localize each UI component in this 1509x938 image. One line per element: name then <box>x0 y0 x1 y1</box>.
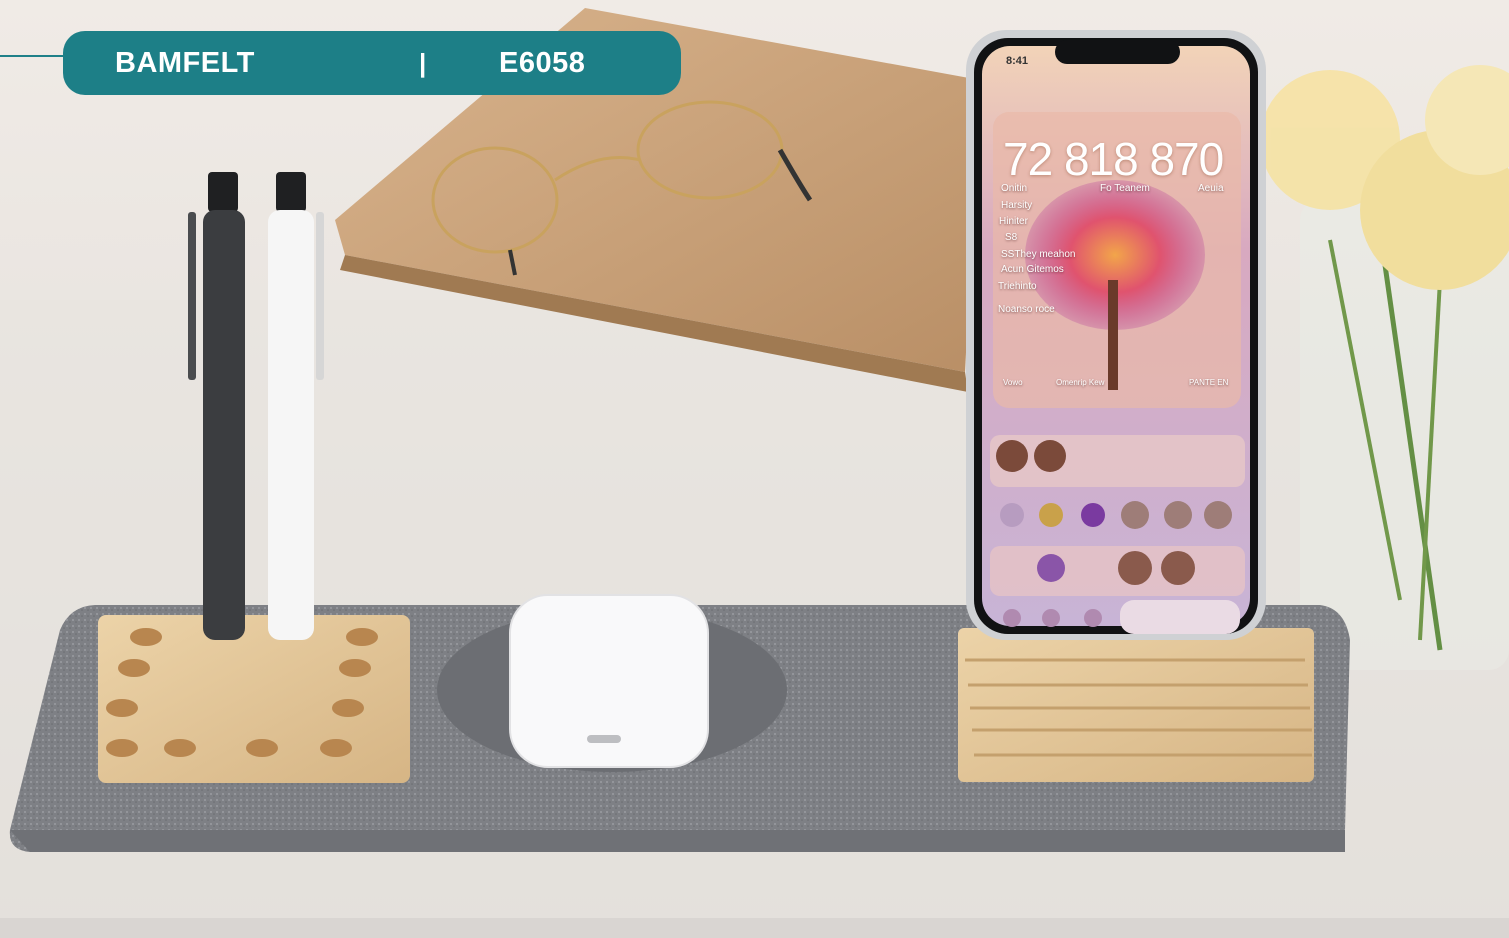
phone-clock-widget: 72 818 870 <box>1003 133 1224 185</box>
product-header-bar: BAMFELT | E6058 <box>63 31 681 95</box>
smartphone <box>966 30 1266 640</box>
product-name: BAMFELT <box>115 46 255 79</box>
widget-line: S8 <box>1005 232 1018 243</box>
product-photo <box>0 0 1509 938</box>
widget-line: SSThey meahon <box>1001 249 1076 260</box>
widget-line: Harsity <box>1001 200 1033 211</box>
widget-line: Noanso roce <box>998 304 1055 315</box>
earbuds-case <box>509 594 709 768</box>
bamboo-phone-stand <box>958 628 1314 782</box>
header-separator: | <box>419 47 427 78</box>
widget-line: Fo Teanem <box>1100 183 1150 194</box>
widget-line: Vowo <box>1003 378 1023 387</box>
widget-line: Omenrip Kew <box>1056 378 1105 387</box>
widget-line: PANTE EN <box>1189 378 1229 387</box>
bamboo-pen-holder <box>98 615 410 783</box>
product-scene: 8:41 72 818 870 Onitin Fo Teanem Aeuia H… <box>0 0 1509 938</box>
widget-line: Aeuia <box>1198 183 1224 194</box>
widget-line: Triehinto <box>998 281 1037 292</box>
widget-line: Hiniter <box>999 216 1028 227</box>
widget-line: Onitin <box>1001 183 1028 194</box>
widget-line: Acun Gitemos <box>1001 264 1064 275</box>
product-code: E6058 <box>499 46 586 79</box>
phone-status-time: 8:41 <box>1006 55 1029 67</box>
